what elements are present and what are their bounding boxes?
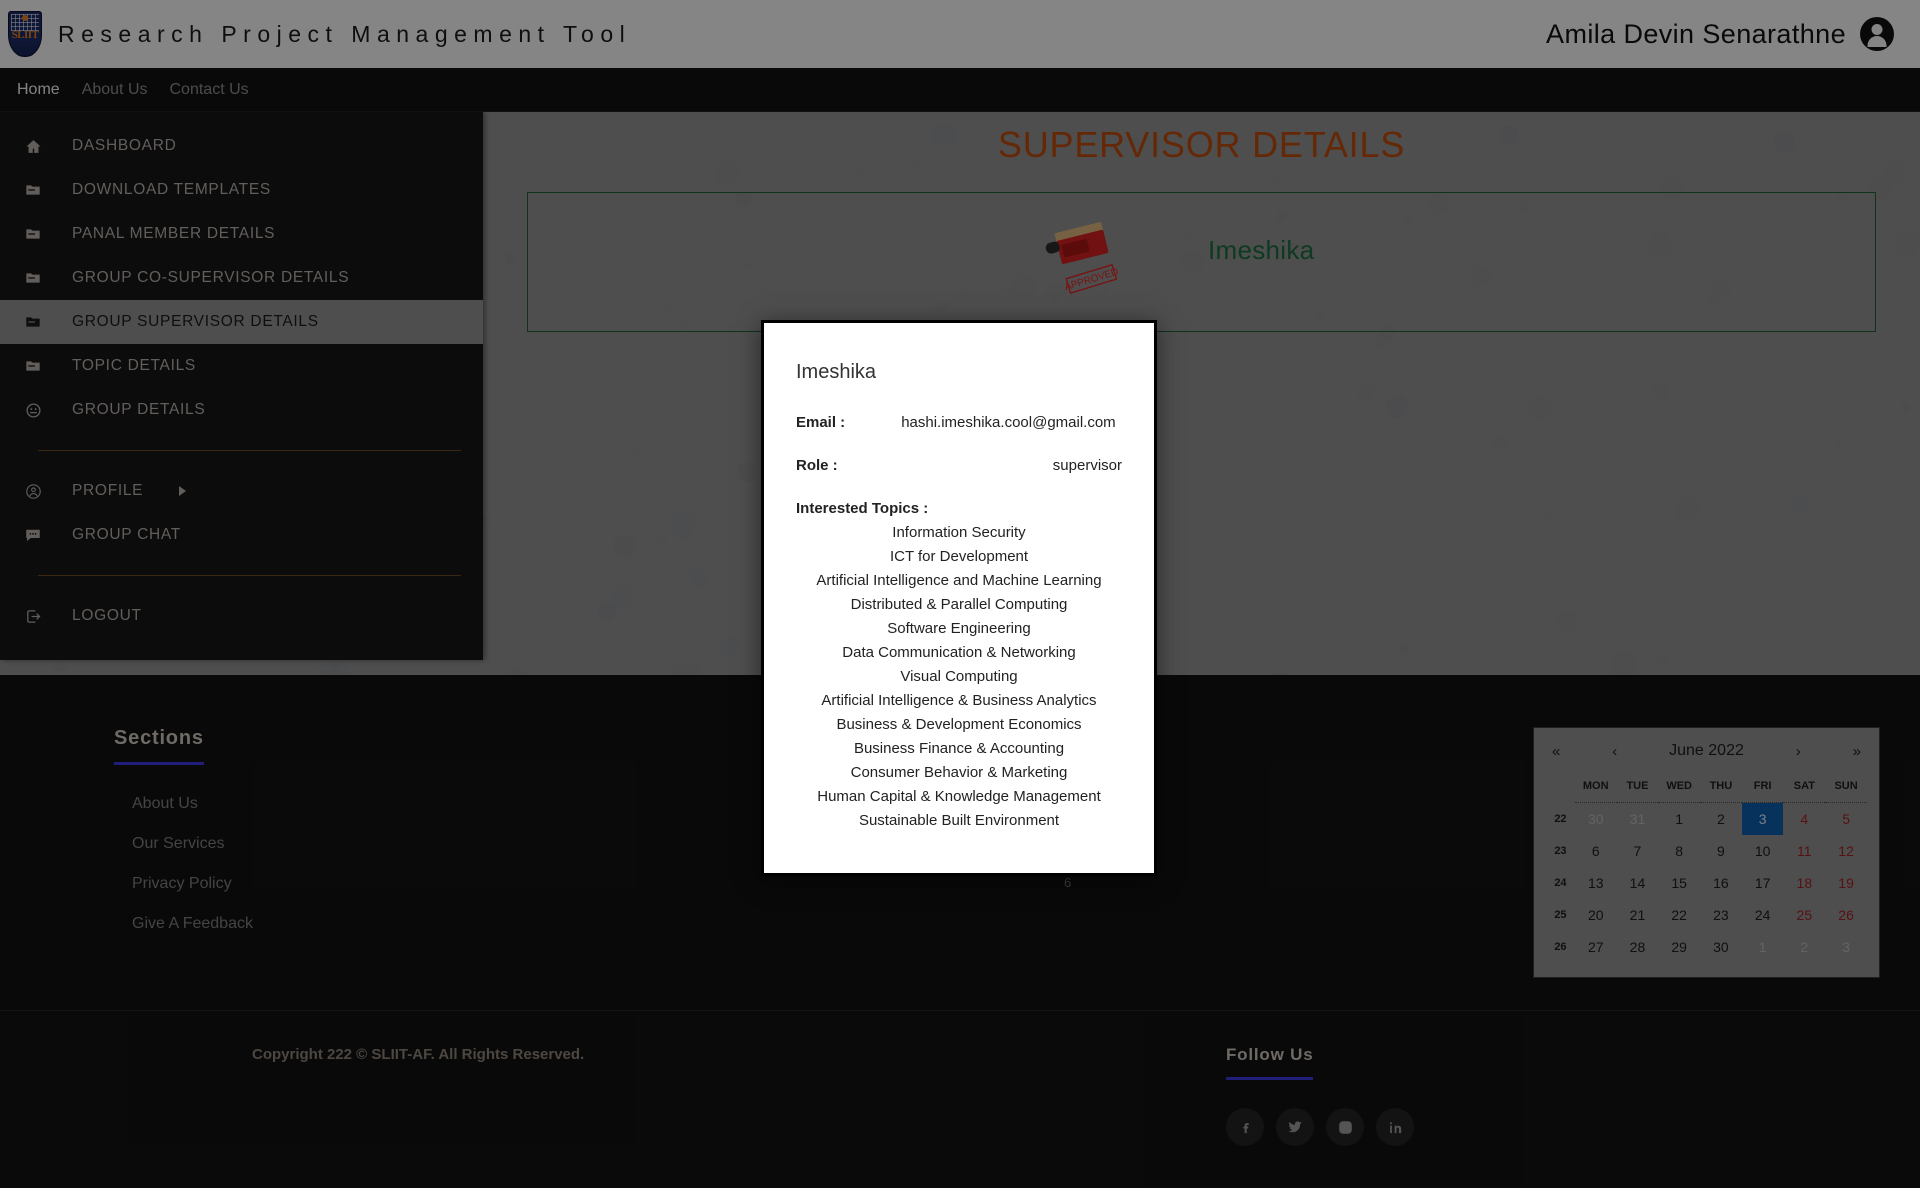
page-root: SLIIT Research Project Management Tool A… (0, 0, 1920, 1188)
topic-item: Business Finance & Accounting (853, 740, 1065, 757)
topic-item: ICT for Development (889, 548, 1029, 565)
modal-role-row: Role : supervisor (796, 457, 1122, 474)
interested-topics-label: Interested Topics : (796, 500, 929, 517)
topic-item: Software Engineering (887, 620, 1031, 637)
topic-item: Business & Development Economics (836, 716, 1082, 733)
topic-item: Data Communication & Networking (842, 644, 1076, 661)
modal-title: Imeshika (796, 361, 877, 383)
supervisor-detail-modal: Imeshika Email : hashi.imeshika.cool@gma… (761, 320, 1157, 876)
email-label: Email : (796, 414, 846, 431)
topic-item: Sustainable Built Environment (858, 812, 1060, 829)
topic-item: Consumer Behavior & Marketing (850, 764, 1068, 781)
topic-item: Distributed & Parallel Computing (850, 596, 1068, 613)
email-value: hashi.imeshika.cool@gmail.com (901, 414, 1116, 431)
topic-item: Artificial Intelligence & Business Analy… (821, 692, 1097, 709)
role-label: Role : (796, 457, 838, 474)
topic-item: Visual Computing (900, 668, 1018, 685)
topic-item: Artificial Intelligence and Machine Lear… (816, 572, 1102, 589)
topic-item: Information Security (892, 524, 1026, 541)
topic-item: Human Capital & Knowledge Management (817, 788, 1101, 805)
modal-email-row: Email : hashi.imeshika.cool@gmail.com (796, 414, 1122, 431)
role-value: supervisor (1052, 457, 1122, 474)
interested-topics-list: Information Security ICT for Development A… (796, 521, 1122, 833)
